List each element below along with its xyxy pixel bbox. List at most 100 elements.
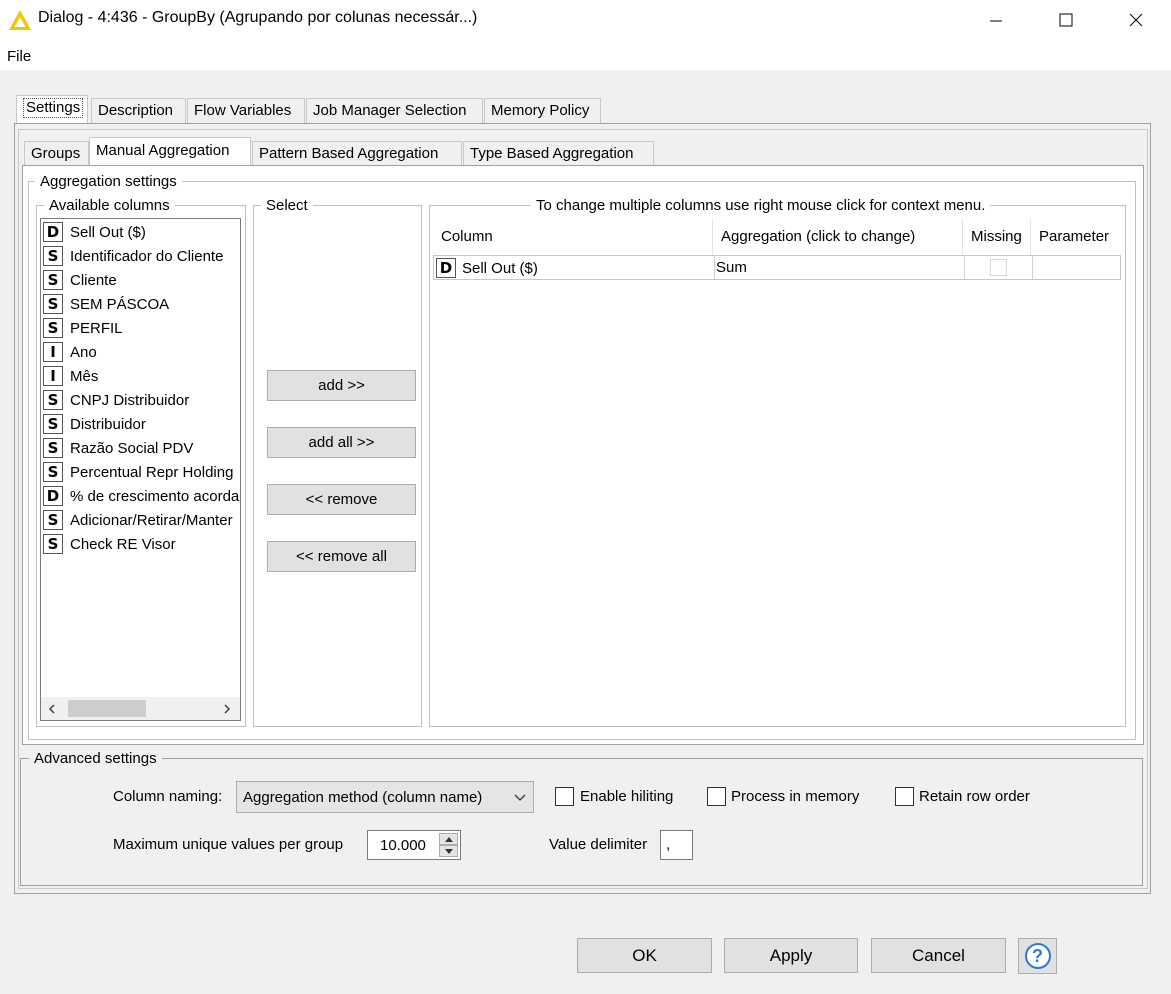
list-item[interactable]: S PERFIL: [43, 316, 123, 340]
tab-memory-policy[interactable]: Memory Policy: [484, 98, 601, 124]
column-type-icon: S: [43, 462, 63, 482]
add-button[interactable]: add >>: [267, 370, 416, 401]
tab-flow-variables[interactable]: Flow Variables: [187, 98, 305, 124]
window-title: Dialog - 4:436 - GroupBy (Agrupando por …: [38, 9, 478, 26]
list-item[interactable]: S Razão Social PDV: [43, 436, 193, 460]
aggregation-table[interactable]: Column Aggregation (click to change) Mis…: [433, 219, 1122, 724]
scroll-right-icon[interactable]: [219, 701, 235, 717]
column-type-icon: D: [43, 222, 63, 242]
scroll-left-icon[interactable]: [44, 701, 60, 717]
minimize-button[interactable]: [973, 0, 1019, 40]
enable-hiliting-label: Enable hiliting: [580, 788, 674, 805]
list-item[interactable]: S Percentual Repr Holding: [43, 460, 233, 484]
column-name: Cliente: [70, 271, 117, 289]
help-icon: ?: [1024, 943, 1051, 969]
table-cell-parameter[interactable]: [1032, 256, 1121, 279]
column-name: CNPJ Distribuidor: [70, 391, 190, 409]
minimize-icon: [990, 20, 1002, 22]
advanced-settings-legend: Advanced settings: [29, 750, 162, 767]
enable-hiliting-option[interactable]: Enable hiliting: [555, 787, 673, 806]
tab-pattern-based-aggregation[interactable]: Pattern Based Aggregation: [252, 141, 462, 167]
menu-file[interactable]: File: [7, 48, 31, 65]
max-unique-values-spinner[interactable]: 10.000: [367, 830, 461, 860]
col-header-missing[interactable]: Missing: [963, 219, 1031, 255]
tab-type-based-aggregation[interactable]: Type Based Aggregation: [463, 141, 654, 167]
retain-row-order-checkbox[interactable]: [895, 787, 914, 806]
available-columns-list[interactable]: D Sell Out ($) S Identificador do Cliente S C…: [40, 218, 241, 721]
column-type-icon: S: [43, 510, 63, 530]
tab-job-manager-selection[interactable]: Job Manager Selection: [306, 98, 483, 124]
process-in-memory-label: Process in memory: [731, 788, 860, 805]
aggregation-settings-legend: Aggregation settings: [35, 173, 182, 190]
column-name: PERFIL: [70, 319, 123, 337]
arrow-up-icon: [445, 837, 453, 842]
col-header-aggregation[interactable]: Aggregation (click to change): [713, 219, 963, 255]
add-all-button[interactable]: add all >>: [267, 427, 416, 458]
list-item[interactable]: I Ano: [43, 340, 97, 364]
aggregation-table-legend: To change multiple columns use right mou…: [531, 197, 991, 214]
column-type-icon: S: [43, 246, 63, 266]
column-name: % de crescimento acordado: [70, 487, 240, 505]
retain-row-order-label: Retain row order: [919, 788, 1030, 805]
column-type-icon: S: [43, 534, 63, 554]
table-cell-missing: [964, 256, 1032, 279]
value-delimiter-label: Value delimiter: [549, 836, 648, 853]
list-item[interactable]: S Check RE Visor: [43, 532, 176, 556]
enable-hiliting-checkbox[interactable]: [555, 787, 574, 806]
maximize-button[interactable]: [1043, 0, 1089, 40]
column-type-icon: I: [43, 342, 63, 362]
col-header-parameter[interactable]: Parameter: [1031, 219, 1122, 255]
column-name: Identificador do Cliente: [70, 247, 224, 265]
column-name: Razão Social PDV: [70, 439, 194, 457]
column-naming-select[interactable]: Aggregation method (column name): [236, 781, 534, 813]
retain-row-order-option[interactable]: Retain row order: [895, 787, 1030, 806]
remove-all-button[interactable]: << remove all: [267, 541, 416, 572]
list-item[interactable]: S Cliente: [43, 268, 117, 292]
scroll-thumb[interactable]: [68, 700, 146, 717]
table-cell-column: D Sell Out ($): [436, 257, 716, 279]
spinner-down-button[interactable]: [439, 845, 458, 857]
tab-description[interactable]: Description: [91, 98, 186, 124]
list-item[interactable]: D % de crescimento acordado: [43, 484, 240, 508]
process-in-memory-option[interactable]: Process in memory: [707, 787, 859, 806]
column-type-icon: D: [43, 486, 63, 506]
list-item[interactable]: S Identificador do Cliente: [43, 244, 223, 268]
list-item[interactable]: S SEM PÁSCOA: [43, 292, 169, 316]
menu-bar: File: [0, 40, 1171, 70]
cancel-button[interactable]: Cancel: [871, 938, 1006, 973]
column-type-icon: S: [43, 318, 63, 338]
column-type-icon: I: [43, 366, 63, 386]
close-button[interactable]: [1113, 0, 1159, 40]
list-item[interactable]: S CNPJ Distribuidor: [43, 388, 189, 412]
help-button[interactable]: ?: [1018, 938, 1057, 974]
select-legend: Select: [261, 197, 313, 214]
column-name: Percentual Repr Holding: [70, 463, 234, 481]
tab-groups[interactable]: Groups: [24, 141, 89, 167]
horizontal-scrollbar[interactable]: [41, 697, 240, 720]
tab-settings[interactable]: Settings: [16, 95, 88, 123]
knime-triangle-icon: [9, 10, 31, 30]
table-cell-aggregation[interactable]: Sum: [714, 256, 964, 279]
process-in-memory-checkbox[interactable]: [707, 787, 726, 806]
missing-checkbox[interactable]: [990, 259, 1007, 276]
spinner-up-button[interactable]: [439, 833, 458, 845]
list-item[interactable]: S Adicionar/Retirar/Manter: [43, 508, 233, 532]
tab-manual-aggregation[interactable]: Manual Aggregation: [89, 137, 251, 165]
col-header-column[interactable]: Column: [433, 219, 713, 255]
column-name: SEM PÁSCOA: [70, 295, 170, 313]
column-name: Check RE Visor: [70, 535, 176, 553]
title-bar: Dialog - 4:436 - GroupBy (Agrupando por …: [0, 0, 1171, 40]
column-naming-label: Column naming:: [113, 788, 223, 805]
ok-button[interactable]: OK: [577, 938, 712, 973]
column-type-icon: S: [43, 438, 63, 458]
remove-button[interactable]: << remove: [267, 484, 416, 515]
value-delimiter-input[interactable]: ,: [660, 830, 693, 860]
chevron-down-icon: [514, 794, 526, 801]
table-row[interactable]: D Sell Out ($) Sum: [433, 255, 1121, 280]
column-type-icon: S: [43, 414, 63, 434]
max-unique-values-value: 10.000: [380, 837, 426, 854]
list-item[interactable]: I Mês: [43, 364, 98, 388]
list-item[interactable]: D Sell Out ($): [43, 220, 146, 244]
apply-button[interactable]: Apply: [724, 938, 858, 973]
list-item[interactable]: S Distribuidor: [43, 412, 146, 436]
